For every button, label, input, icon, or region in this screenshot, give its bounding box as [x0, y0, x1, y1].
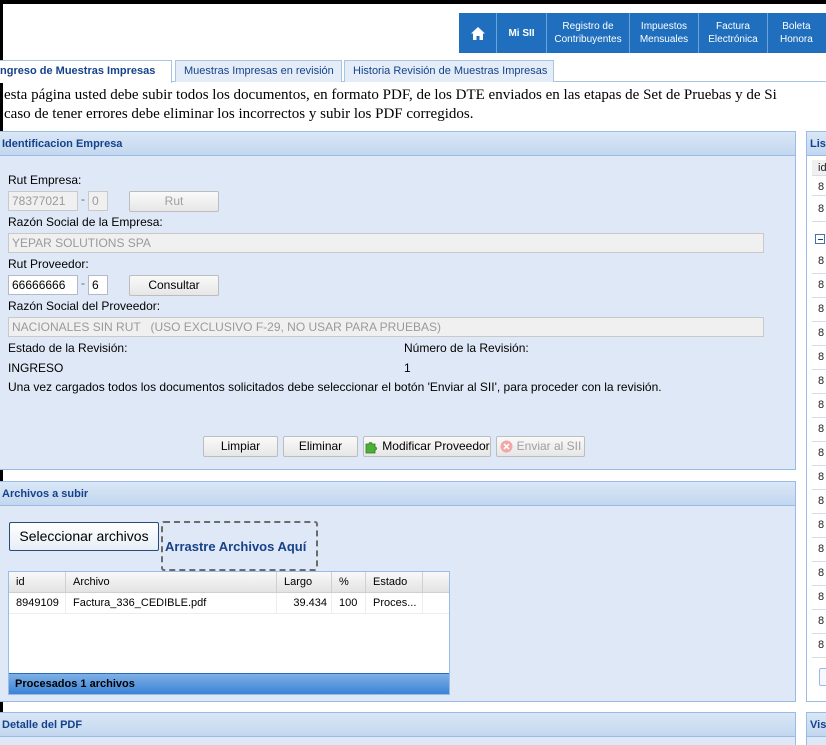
rut-proveedor-label: Rut Proveedor:: [8, 257, 89, 271]
rut-proveedor-field[interactable]: 66666666: [8, 275, 78, 295]
tab-ingreso-muestras[interactable]: Ingreso de Muestras Impresas: [0, 60, 172, 83]
tab-muestras-en-revision[interactable]: Muestras Impresas en revisión: [175, 60, 342, 82]
home-button[interactable]: [459, 13, 497, 53]
consultar-button[interactable]: Consultar: [129, 275, 219, 296]
lista-col-id: id: [812, 160, 826, 176]
lista-cell: 8: [812, 466, 826, 490]
home-icon: [470, 26, 485, 40]
col-pct[interactable]: %: [332, 572, 366, 592]
lista-cell: 8: [812, 634, 826, 658]
puzzle-icon: [365, 442, 378, 454]
lista-cell: 8: [812, 394, 826, 418]
intro-line-1: esta página usted debe subir todos los d…: [4, 87, 777, 103]
lista-cell: 8: [812, 198, 826, 222]
top-navigation: Mi SII Registro de Contribuyentes Impues…: [459, 13, 826, 53]
lista-toolbar-button[interactable]: [819, 668, 826, 686]
nav-registro-contribuyentes[interactable]: Registro de Contribuyentes: [547, 13, 630, 53]
table-row[interactable]: 8949109 Factura_336_CEDIBLE.pdf 39.434 1…: [9, 593, 449, 614]
lista-cell: 8: [812, 346, 826, 370]
modificar-proveedor-label: Modificar Proveedor: [382, 439, 490, 453]
tab-historia-revision[interactable]: Historia Revisión de Muestras Impresas: [344, 60, 554, 82]
lista-cell: 8: [812, 442, 826, 466]
lista-panel-title: Lis: [807, 132, 826, 156]
razon-social-empresa-label: Razón Social de la Empresa:: [8, 215, 163, 229]
instruction-note: Una vez cargados todos los documentos so…: [8, 380, 662, 394]
enviar-sii-label: Enviar al SII: [516, 439, 582, 453]
lista-cell: 8: [812, 610, 826, 634]
drop-zone[interactable]: Arrastre Archivos Aquí: [161, 521, 318, 571]
nav-factura-electronica[interactable]: Factura Electrónica: [699, 13, 768, 53]
grid-header: id Archivo Largo % Estado: [9, 572, 449, 593]
rut-empresa-label: Rut Empresa:: [8, 173, 82, 187]
lista-cell: 8: [812, 176, 826, 196]
rut-proveedor-dash: -: [81, 276, 85, 290]
rut-dash: -: [81, 192, 85, 206]
col-largo[interactable]: Largo: [277, 572, 332, 592]
seleccionar-archivos-button[interactable]: Seleccionar archivos: [9, 522, 159, 551]
rut-empresa-dv-field[interactable]: 0: [88, 191, 108, 211]
grid-footer: Procesados 1 archivos: [9, 673, 449, 694]
razon-social-empresa-field[interactable]: YEPAR SOLUTIONS SPA: [8, 233, 764, 253]
collapse-icon[interactable]: [815, 234, 825, 244]
visor-panel-title: Vis: [807, 713, 826, 737]
lista-cell: 8: [812, 514, 826, 538]
col-id[interactable]: id: [9, 572, 66, 592]
col-archivo[interactable]: Archivo: [66, 572, 277, 592]
nav-impuestos-mensuales[interactable]: Impuestos Mensuales: [630, 13, 699, 53]
empresa-panel-title: Identificacion Empresa: [0, 132, 795, 156]
row-estado: Proces...: [366, 593, 423, 613]
lista-cell: 8: [812, 298, 826, 322]
estado-revision-value: INGRESO: [8, 361, 64, 375]
cancel-icon: [500, 440, 513, 453]
numero-revision-value: 1: [404, 361, 411, 375]
visor-panel: Vis: [806, 712, 826, 745]
row-pct: 100: [332, 593, 366, 613]
nav-boleta-honorarios[interactable]: Boleta Honora: [768, 13, 826, 53]
detalle-panel: Detalle del PDF: [0, 712, 796, 745]
intro-line-2: caso de tener errores debe eliminar los …: [4, 106, 474, 122]
razon-social-proveedor-field[interactable]: NACIONALES SIN RUT (USO EXCLUSIVO F-29, …: [8, 317, 764, 337]
tab-strip: Ingreso de Muestras Impresas Muestras Im…: [0, 60, 826, 83]
eliminar-button[interactable]: Eliminar: [283, 436, 358, 457]
estado-revision-label: Estado de la Revisión:: [8, 341, 128, 355]
lista-cell: 8: [812, 586, 826, 610]
intro-text: esta página usted debe subir todos los d…: [4, 86, 826, 124]
razon-social-proveedor-label: Razón Social del Proveedor:: [8, 299, 161, 313]
modificar-proveedor-button[interactable]: Modificar Proveedor: [363, 436, 491, 457]
lista-cell: 8: [812, 250, 826, 274]
lista-cell: 8: [812, 274, 826, 298]
archivos-grid: id Archivo Largo % Estado 8949109 Factur…: [8, 571, 450, 695]
enviar-sii-button[interactable]: Enviar al SII: [496, 436, 585, 457]
limpiar-button[interactable]: Limpiar: [203, 436, 278, 457]
lista-cell: 8: [812, 418, 826, 442]
row-archivo: Factura_336_CEDIBLE.pdf: [66, 593, 277, 613]
numero-revision-label: Número de la Revisión:: [404, 341, 529, 355]
lista-cell: 8: [812, 538, 826, 562]
nav-mi-sii[interactable]: Mi SII: [497, 13, 547, 53]
rut-proveedor-dv-field[interactable]: 6: [88, 275, 108, 295]
lista-cell: 8: [812, 562, 826, 586]
rut-empresa-field[interactable]: 78377021: [8, 191, 78, 211]
rut-button[interactable]: Rut: [129, 191, 219, 212]
row-largo: 39.434: [277, 593, 332, 613]
lista-cell: 8: [812, 370, 826, 394]
archivos-panel-title: Archivos a subir: [0, 482, 795, 506]
window-top-edge: [0, 0, 826, 4]
row-id: 8949109: [9, 593, 66, 613]
lista-cell: 8: [812, 322, 826, 346]
detalle-panel-title: Detalle del PDF: [0, 713, 795, 737]
lista-cell: 8: [812, 490, 826, 514]
col-estado[interactable]: Estado: [366, 572, 423, 592]
